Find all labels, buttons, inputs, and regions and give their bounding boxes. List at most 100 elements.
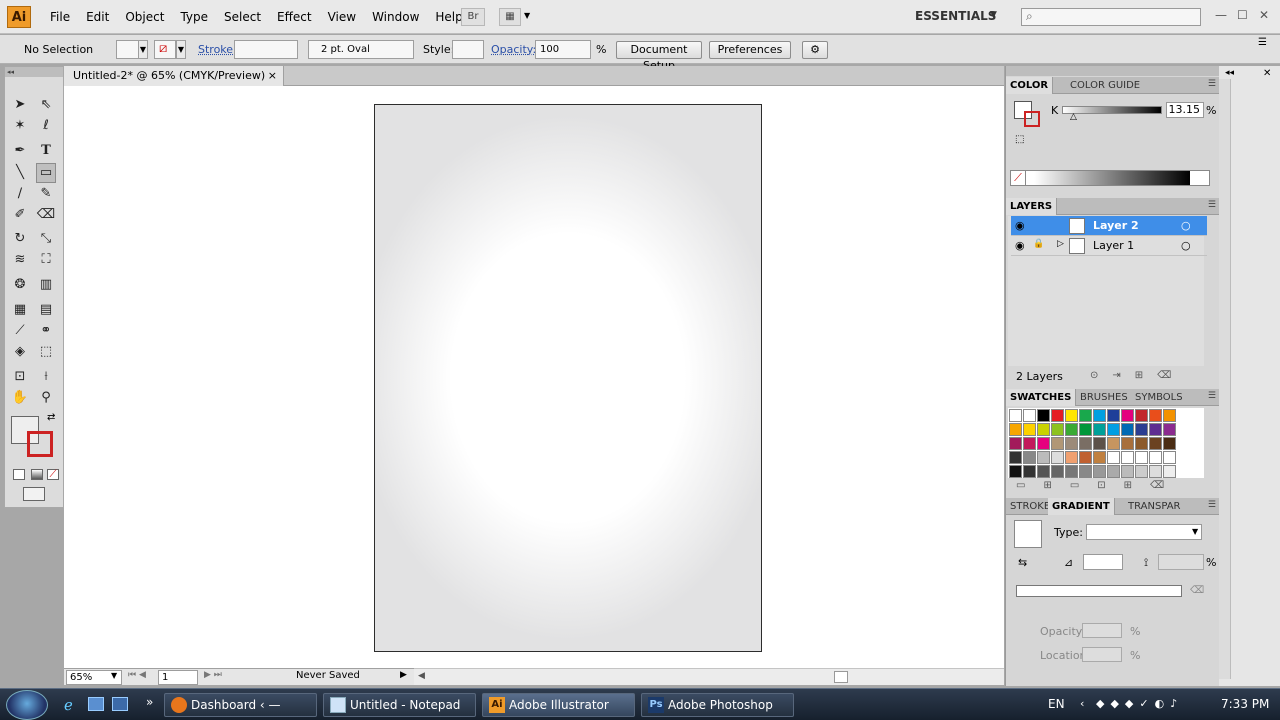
color-swatch[interactable] — [1051, 451, 1064, 464]
workspace-switcher[interactable]: ESSENTIALS — [915, 9, 996, 23]
taskbar-item[interactable]: Ai Adobe Illustrator CS... — [482, 693, 635, 717]
control-panel-menu-icon[interactable]: ☰ — [1258, 37, 1267, 48]
color-swatch[interactable] — [1163, 423, 1176, 436]
none-mode-icon[interactable]: ⟋ — [47, 469, 59, 480]
taskbar-item[interactable]: Ps Adobe Photoshop C... — [641, 693, 794, 717]
tab-color[interactable]: COLOR — [1006, 77, 1054, 94]
color-swatch[interactable] — [1107, 409, 1120, 422]
scroll-left-icon[interactable]: ◀ — [418, 671, 425, 681]
menu-window[interactable]: Window — [364, 0, 427, 34]
color-swatch[interactable] — [1037, 409, 1050, 422]
color-swatch[interactable] — [1037, 451, 1050, 464]
color-swatch[interactable] — [1065, 423, 1078, 436]
eyedropper-tool-icon[interactable]: ⟋ — [10, 321, 30, 341]
horizontal-scrollbar[interactable]: ◀ — [414, 668, 1004, 685]
rectangle-tool-icon[interactable]: ▭ — [36, 163, 56, 183]
menu-object[interactable]: Object — [117, 0, 172, 34]
gradient-slider[interactable] — [1016, 585, 1182, 597]
color-swatch[interactable] — [1023, 437, 1036, 450]
graphic-style-field[interactable] — [452, 40, 484, 59]
color-swatch[interactable] — [1009, 437, 1022, 450]
visibility-eye-icon[interactable]: ◉ — [1015, 219, 1025, 232]
layer-target-icon[interactable]: ○ — [1181, 239, 1191, 252]
language-indicator[interactable]: EN — [1048, 697, 1065, 711]
gradient-type-chevron-icon[interactable]: ▼ — [1192, 527, 1198, 536]
color-swatch[interactable] — [1065, 465, 1078, 478]
artboard[interactable] — [374, 104, 762, 652]
color-swatch[interactable] — [1163, 437, 1176, 450]
blob-brush-tool-icon[interactable]: ✐ — [10, 205, 30, 225]
tab-layers[interactable]: LAYERS — [1006, 198, 1058, 215]
color-swatch[interactable] — [1135, 423, 1148, 436]
gradient-tool-icon[interactable]: ▤ — [36, 300, 56, 320]
color-swatch[interactable] — [1121, 437, 1134, 450]
color-swatch[interactable] — [1079, 465, 1092, 478]
zoom-tool-icon[interactable]: ⚲ — [36, 388, 56, 408]
workspace-chevron-icon[interactable]: ▼ — [990, 10, 997, 20]
type-tool-icon[interactable]: T — [36, 141, 56, 161]
stroke-weight-field[interactable] — [234, 40, 298, 59]
blend-tool-icon[interactable]: ⚭ — [36, 321, 56, 341]
brush-definition-field[interactable]: 2 pt. Oval — [308, 40, 414, 59]
color-swatch[interactable] — [1079, 451, 1092, 464]
color-swatch[interactable] — [1121, 409, 1134, 422]
selection-tool-icon[interactable]: ➤ — [10, 95, 30, 115]
free-transform-tool-icon[interactable]: ⛶ — [36, 250, 56, 270]
horizontal-scroll-thumb[interactable] — [834, 671, 848, 683]
tray-expand-icon[interactable]: ‹ — [1080, 697, 1084, 710]
color-panel-menu-icon[interactable]: ☰ — [1208, 79, 1216, 89]
color-swatch[interactable] — [1149, 451, 1162, 464]
fill-swatch[interactable] — [116, 40, 140, 59]
canvas[interactable] — [64, 86, 1004, 668]
tab-color-guide[interactable]: COLOR GUIDE — [1066, 77, 1144, 94]
next-artboard-icon[interactable]: ▶ ⏭ — [204, 670, 222, 680]
gradient-aspect-field[interactable] — [1158, 554, 1204, 570]
color-swatch[interactable] — [1135, 465, 1148, 478]
color-swatch[interactable] — [1107, 465, 1120, 478]
close-window-icon[interactable]: ✕ — [1259, 8, 1269, 22]
opacity-field[interactable]: 100 — [535, 40, 591, 59]
k-value-field[interactable]: 13.15 — [1166, 102, 1204, 118]
color-swatch[interactable] — [1093, 409, 1106, 422]
swatch-actions-icon[interactable]: ▭⊞▭⊡⊞⌫ — [1016, 480, 1182, 491]
menu-type[interactable]: Type — [172, 0, 216, 34]
color-swatch[interactable] — [1163, 409, 1176, 422]
color-swatch[interactable] — [1037, 437, 1050, 450]
taskbar-item[interactable]: Untitled - Notepad — [323, 693, 476, 717]
color-swatch[interactable] — [1009, 409, 1022, 422]
color-swatch[interactable] — [1065, 437, 1078, 450]
maximize-icon[interactable]: ☐ — [1237, 8, 1248, 22]
layer-row[interactable]: ◉ Layer 2 ○ — [1011, 216, 1207, 236]
preferences-button[interactable]: Preferences — [709, 41, 791, 59]
menu-file[interactable]: File — [42, 0, 78, 34]
clock[interactable]: 7:33 PM — [1221, 697, 1269, 711]
dock-close-icon[interactable]: ✕ — [1263, 68, 1271, 79]
live-paint-selection-tool-icon[interactable]: ⬚ — [36, 342, 56, 362]
menu-effect[interactable]: Effect — [269, 0, 320, 34]
menu-view[interactable]: View — [320, 0, 364, 34]
symbol-sprayer-tool-icon[interactable]: ❂ — [10, 275, 30, 295]
help-search-input[interactable]: ⌕ — [1021, 8, 1201, 26]
gradient-mode-icon[interactable] — [31, 469, 43, 480]
layer-target-icon[interactable]: ○ — [1181, 219, 1191, 232]
color-swatch[interactable] — [1093, 437, 1106, 450]
visibility-eye-icon[interactable]: ◉ — [1015, 239, 1025, 252]
stroke-color-swatch[interactable] — [27, 431, 53, 457]
dock-collapse-icon[interactable]: ◂◂ — [1225, 68, 1234, 78]
color-swatch[interactable] — [1135, 409, 1148, 422]
menu-select[interactable]: Select — [216, 0, 269, 34]
arrange-documents-chevron-icon[interactable]: ▼ — [524, 11, 530, 20]
tab-stroke[interactable]: STROKE — [1006, 498, 1054, 515]
color-swatch[interactable] — [1149, 465, 1162, 478]
first-artboard-icon[interactable]: ⏮ ◀ — [128, 670, 146, 680]
mesh-tool-icon[interactable]: ▦ — [10, 300, 30, 320]
lock-icon[interactable]: 🔒 — [1033, 239, 1044, 249]
layer-row[interactable]: ◉ 🔒 ▷ Layer 1 ○ — [1011, 236, 1207, 256]
status-menu-arrow-icon[interactable]: ▶ — [400, 670, 407, 680]
color-swatch[interactable] — [1051, 437, 1064, 450]
color-swatch[interactable] — [1149, 423, 1162, 436]
color-swatch[interactable] — [1079, 437, 1092, 450]
color-swatch[interactable] — [1135, 451, 1148, 464]
tab-transparency[interactable]: TRANSPAR — [1124, 498, 1185, 515]
start-button[interactable] — [6, 690, 48, 720]
